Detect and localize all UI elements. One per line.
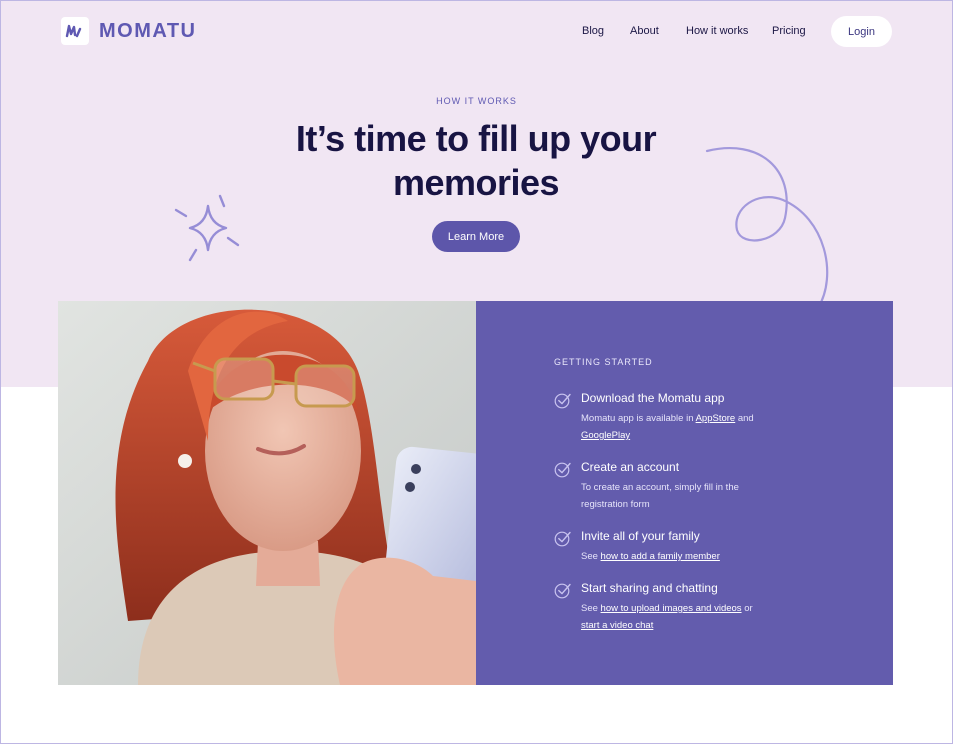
step-title: Download the Momatu app [581, 391, 725, 405]
check-icon [554, 583, 571, 599]
sparkle-icon [174, 194, 240, 262]
check-icon [554, 462, 571, 478]
step-description: See how to upload images and videos or s… [581, 603, 753, 631]
step-description: See how to add a family member [581, 551, 720, 562]
step-link[interactable]: how to add a family member [601, 551, 720, 562]
nav-item-about[interactable]: About [630, 25, 659, 37]
nav-item-pricing[interactable]: Pricing [772, 25, 806, 37]
step-description: To create an account, simply fill in the… [581, 482, 739, 510]
learn-more-button[interactable]: Learn More [432, 221, 520, 252]
step-link[interactable]: GooglePlay [581, 430, 630, 441]
step-title: Create an account [581, 460, 680, 474]
getting-started-panel: GETTING STARTED Download the Momatu app … [476, 301, 893, 685]
step-title: Invite all of your family [581, 529, 700, 543]
hero-title: It’s time to fill up your memories [295, 118, 657, 203]
step-description: Momatu app is available in AppStore and … [581, 413, 754, 441]
getting-started-eyebrow: GETTING STARTED [554, 357, 653, 367]
step-title: Start sharing and chatting [581, 581, 718, 595]
hero-photo [58, 301, 476, 685]
step-link[interactable]: how to upload images and videos [601, 603, 742, 614]
nav-item-how-it-works[interactable]: How it works [686, 25, 748, 37]
check-icon [554, 531, 571, 547]
top-nav: Blog About How it works Pricing [0, 25, 953, 39]
check-icon [554, 393, 571, 409]
step-link[interactable]: AppStore [696, 413, 736, 424]
login-button[interactable]: Login [831, 16, 892, 47]
step-link[interactable]: start a video chat [581, 620, 653, 631]
nav-item-blog[interactable]: Blog [582, 25, 604, 37]
hero-eyebrow: HOW IT WORKS [436, 96, 517, 106]
